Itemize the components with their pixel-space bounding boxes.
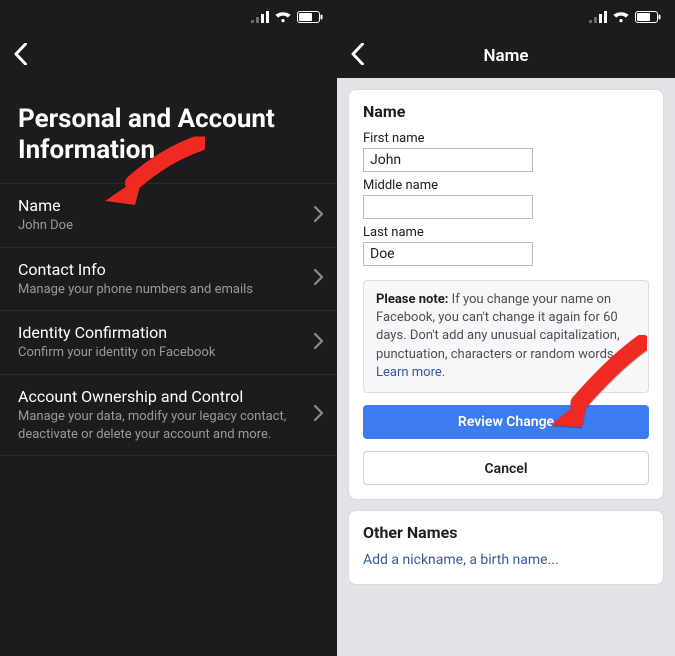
screen-edit-name: Name Name First name Middle name Last na… [337,0,675,656]
settings-list: Name John Doe Contact Info Manage your p… [0,183,337,456]
status-bar [0,0,337,34]
list-item-contact-info[interactable]: Contact Info Manage your phone numbers a… [0,248,337,312]
learn-more-link[interactable]: Learn more [376,365,442,380]
chevron-right-icon [314,206,323,226]
nav-bar: Name [337,34,675,78]
page-title: Personal and Account Information [0,78,337,183]
back-button[interactable] [14,43,27,69]
name-card: Name First name Middle name Last name Pl… [349,90,663,499]
first-name-label: First name [363,131,649,146]
nav-title: Name [483,46,528,66]
screen-account-info: Personal and Account Information Name Jo… [0,0,337,656]
list-item-title: Name [18,196,295,216]
list-item-title: Identity Confirmation [18,323,295,343]
wifi-icon [613,11,629,23]
middle-name-label: Middle name [363,178,649,193]
last-name-input[interactable] [363,242,533,266]
chevron-right-icon [314,269,323,289]
note-bold: Please note: [376,292,448,307]
first-name-input[interactable] [363,148,533,172]
list-item-title: Account Ownership and Control [18,387,295,407]
review-change-button[interactable]: Review Change [363,405,649,439]
list-item-account-ownership[interactable]: Account Ownership and Control Manage you… [0,375,337,456]
nav-bar [0,34,337,78]
add-nickname-link[interactable]: Add a nickname, a birth name... [363,548,649,570]
signal-icon [589,11,607,23]
wifi-icon [275,11,291,23]
list-item-subtitle: John Doe [18,217,295,235]
list-item-subtitle: Manage your phone numbers and emails [18,281,295,299]
list-item-subtitle: Confirm your identity on Facebook [18,344,295,362]
middle-name-input[interactable] [363,195,533,219]
section-heading-other-names: Other Names [363,523,649,542]
chevron-right-icon [314,333,323,353]
note-box: Please note: If you change your name on … [363,280,649,393]
content-area: Name First name Middle name Last name Pl… [337,78,675,656]
chevron-left-icon [351,43,364,65]
last-name-label: Last name [363,225,649,240]
chevron-left-icon [14,43,27,65]
battery-icon [297,11,323,23]
list-item-title: Contact Info [18,260,295,280]
other-names-card: Other Names Add a nickname, a birth name… [349,511,663,584]
list-item-subtitle: Manage your data, modify your legacy con… [18,408,295,443]
list-item-name[interactable]: Name John Doe [0,184,337,248]
cancel-button[interactable]: Cancel [363,451,649,485]
list-item-identity-confirmation[interactable]: Identity Confirmation Confirm your ident… [0,311,337,375]
status-bar [337,0,675,34]
back-button[interactable] [351,43,364,69]
section-heading-name: Name [363,102,649,121]
chevron-right-icon [314,405,323,425]
signal-icon [251,11,269,23]
battery-icon [635,11,661,23]
